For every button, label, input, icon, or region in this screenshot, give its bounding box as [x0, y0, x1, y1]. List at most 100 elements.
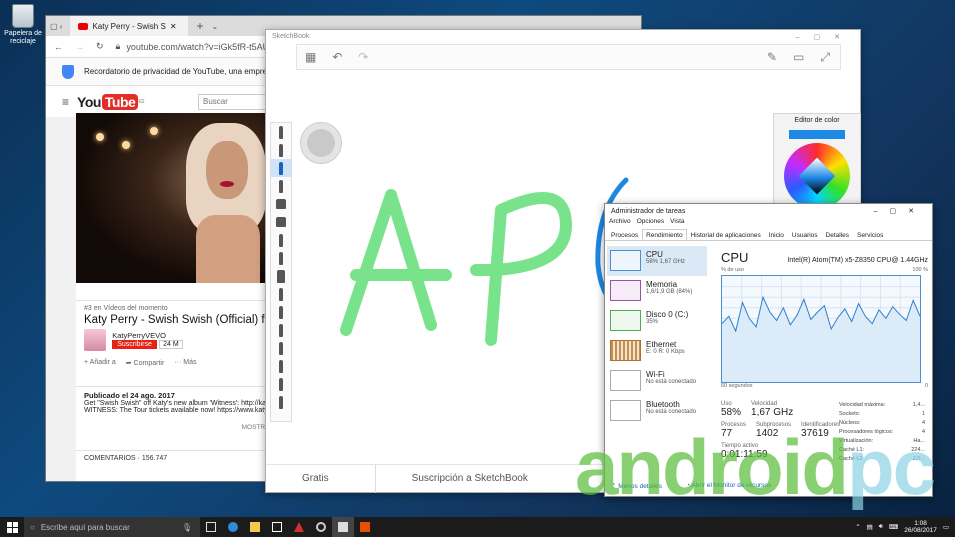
brush-tool[interactable]	[271, 213, 291, 231]
task-view-icon[interactable]	[200, 517, 222, 537]
sketchbook-titlebar: SketchBook –▢✕	[266, 30, 860, 44]
channel-name[interactable]: KatyPerryVEVO	[112, 331, 166, 340]
brush-tool[interactable]	[271, 249, 291, 267]
volume-icon[interactable]: 🔊︎	[879, 523, 883, 531]
gallery-icon[interactable]: ▦	[305, 50, 316, 64]
brush-tool[interactable]	[271, 321, 291, 339]
network-icon[interactable]: ▤	[867, 523, 873, 531]
redo-icon[interactable]: ↷	[358, 50, 368, 64]
stage-light	[96, 133, 104, 141]
memory-thumbnail	[610, 280, 641, 301]
avatar[interactable]	[84, 329, 106, 351]
resource-name: Memoria	[646, 280, 678, 289]
brush-tool[interactable]	[271, 303, 291, 321]
window-controls[interactable]: –▢✕	[796, 33, 854, 41]
window-controls[interactable]: –▢✕	[874, 207, 926, 215]
language-icon[interactable]: ⌨︎	[889, 523, 898, 531]
resource-name: Bluetooth	[646, 400, 680, 409]
new-tab-button[interactable]: +	[196, 19, 203, 33]
brush-puck[interactable]	[300, 122, 342, 164]
more-button[interactable]: ··· Más	[174, 359, 196, 367]
microphone-icon[interactable]: 🎙︎	[182, 523, 192, 532]
tab-users[interactable]: Usuarios	[788, 229, 822, 240]
pen-icon[interactable]: ✎	[767, 50, 777, 64]
tab-startup[interactable]: Inicio	[765, 229, 788, 240]
resource-disk[interactable]: Disco 0 (C:) 35%	[607, 306, 707, 336]
undo-icon[interactable]: ↶	[332, 50, 342, 64]
edge-icon[interactable]	[222, 517, 244, 537]
tab-performance[interactable]: Rendimiento	[642, 229, 687, 240]
share-button[interactable]: ➦ Compartir	[126, 359, 165, 367]
resource-bluetooth[interactable]: Bluetooth No está conectado	[607, 396, 707, 426]
resource-wifi[interactable]: Wi-Fi No está conectado	[607, 366, 707, 396]
brush-tool[interactable]	[271, 393, 291, 411]
forward-icon[interactable]: →	[75, 42, 84, 52]
resource-memory[interactable]: Memoria 1,6/1,9 GB (84%)	[607, 276, 707, 306]
add-to-button[interactable]: + Añadir a	[84, 359, 116, 367]
resource-cpu[interactable]: CPU 58% 1,67 GHz	[607, 246, 707, 276]
cpu-thumbnail	[610, 250, 641, 271]
tab-actions-icon[interactable]: ▢ ‹	[50, 22, 62, 31]
fullscreen-icon[interactable]: ⤢	[820, 50, 830, 65]
taskbar-search[interactable]: ○ Escribe aquí para buscar 🎙︎	[24, 517, 200, 537]
shield-icon	[62, 64, 74, 79]
brush-tool[interactable]	[271, 285, 291, 303]
menu-item[interactable]: Vista	[670, 218, 684, 229]
drawing-canvas[interactable]	[316, 170, 636, 370]
brush-tool[interactable]	[271, 339, 291, 357]
menu-item[interactable]: Opciones	[637, 218, 664, 229]
brush-tool[interactable]	[271, 141, 291, 159]
clock-date: 26/08/2017	[904, 527, 937, 534]
taskmanager-taskbar-icon[interactable]	[354, 517, 376, 537]
tab-services[interactable]: Servicios	[853, 229, 887, 240]
wifi-thumbnail	[610, 370, 641, 391]
browser-tab[interactable]: Katy Perry - Swish S ✕	[70, 16, 189, 36]
brush-tool[interactable]	[271, 195, 291, 213]
brush-tool[interactable]	[271, 357, 291, 375]
brush-tool[interactable]	[271, 177, 291, 195]
brush-tool-selected[interactable]	[271, 159, 291, 177]
resource-ethernet[interactable]: Ethernet E: 0 R: 0 Kbps	[607, 336, 707, 366]
menu-icon[interactable]: ≡	[62, 95, 69, 109]
autodesk-icon[interactable]	[288, 517, 310, 537]
menu-item[interactable]: Archivo	[609, 218, 631, 229]
tab-details[interactable]: Detalles	[822, 229, 853, 240]
system-tray: ⌃ ▤ 🔊︎ ⌨︎ 1:08 26/08/2017 ▭	[855, 520, 955, 534]
recycle-bin-icon[interactable]: Papelera de reciclaje	[4, 4, 42, 46]
tab-processes[interactable]: Procesos	[607, 229, 642, 240]
tab-title: Katy Perry - Swish S	[92, 21, 166, 31]
color-swatch[interactable]	[789, 130, 845, 139]
free-tier-label[interactable]: Gratis	[266, 464, 376, 493]
brush-tool[interactable]	[271, 231, 291, 249]
brush-palette	[270, 122, 292, 422]
url-field[interactable]: youtube.com/watch?v=iGk5fR-t5AU	[126, 42, 269, 52]
logo-tube: Tube	[101, 93, 139, 110]
chevron-up-icon[interactable]: ⌃	[855, 523, 860, 531]
color-wheel[interactable]	[784, 143, 850, 209]
tab-bar: Procesos Rendimiento Historial de aplica…	[605, 229, 932, 241]
usage-label: % de uso	[721, 267, 744, 273]
window-icon[interactable]: ▭	[793, 50, 804, 64]
store-icon[interactable]	[266, 517, 288, 537]
subscribe-button[interactable]: Suscribirse	[112, 340, 157, 350]
brush-tool[interactable]	[271, 123, 291, 141]
sketchbook-taskbar-icon[interactable]	[332, 517, 354, 537]
youtube-logo[interactable]: You Tube ES	[77, 93, 144, 110]
chevron-down-icon[interactable]: ⌄	[211, 22, 218, 31]
brush-tool[interactable]	[271, 267, 291, 285]
back-icon[interactable]: ←	[54, 42, 63, 52]
tab-app-history[interactable]: Historial de aplicaciones	[687, 229, 765, 240]
notifications-icon[interactable]: ▭	[943, 523, 949, 531]
more-label: Más	[183, 359, 197, 366]
close-icon[interactable]: ✕	[170, 22, 177, 31]
lock-icon: 🔒︎	[115, 41, 121, 51]
brush-tool[interactable]	[271, 375, 291, 393]
file-explorer-icon[interactable]	[244, 517, 266, 537]
clock[interactable]: 1:08 26/08/2017	[904, 520, 937, 534]
settings-icon[interactable]	[310, 517, 332, 537]
refresh-icon[interactable]: ↻	[96, 41, 104, 52]
clock-time: 1:08	[914, 520, 927, 527]
subscription-link[interactable]: Suscripción a SketchBook	[376, 465, 574, 493]
start-button[interactable]	[0, 517, 24, 537]
show-more-button[interactable]: MOSTRAR MÁS	[84, 424, 290, 431]
